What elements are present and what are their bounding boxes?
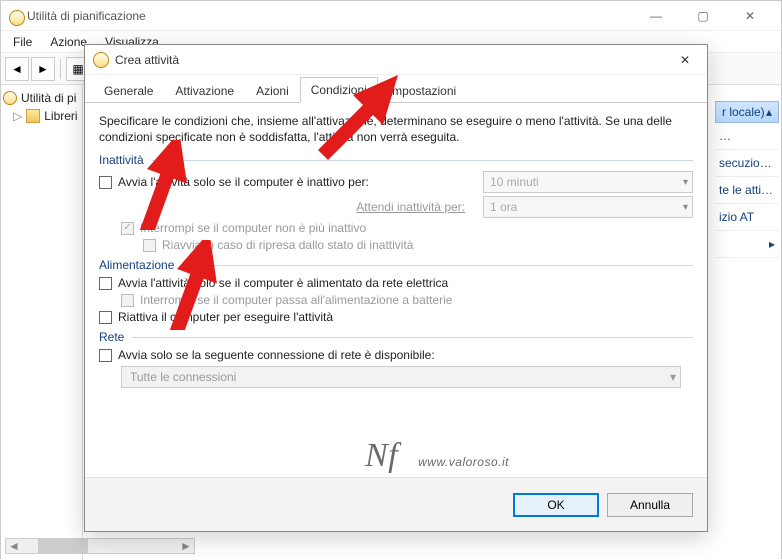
combo-network: Tutte le connessioni ▾	[121, 366, 681, 388]
tree-root[interactable]: Utilità di pi	[3, 89, 80, 107]
close-button[interactable]: ✕	[727, 2, 773, 30]
action-item[interactable]: izio AT	[715, 204, 779, 231]
tab-impostazioni[interactable]: Impostazioni	[378, 78, 467, 103]
tree-lib-label: Libreri	[44, 109, 77, 123]
action-item[interactable]: …	[715, 123, 779, 150]
horizontal-scrollbar[interactable]: ◄ ►	[5, 538, 195, 554]
checkbox-stop-battery	[121, 294, 134, 307]
checkbox-idle-stop	[121, 222, 134, 235]
description-text: Specificare le condizioni che, insieme a…	[99, 113, 693, 145]
label-stop-battery: Interrompi se il computer passa all'alim…	[140, 293, 452, 307]
group-alimentazione: Alimentazione	[99, 258, 693, 272]
checkbox-idle-start[interactable]	[99, 176, 112, 189]
checkbox-ac-only[interactable]	[99, 277, 112, 290]
label-wait: Attendi inattività per:	[121, 200, 477, 214]
label-idle-stop: Interrompi se il computer non è più inat…	[140, 221, 366, 235]
main-titlebar: Utilità di pianificazione — ▢ ✕	[1, 1, 781, 31]
dialog-titlebar: Crea attività ✕	[85, 45, 707, 75]
chevron-down-icon: ▾	[670, 370, 676, 384]
scroll-thumb[interactable]	[38, 539, 88, 553]
main-title: Utilità di pianificazione	[9, 9, 633, 23]
dialog-body: Specificare le condizioni che, insieme a…	[85, 103, 707, 479]
tree-root-label: Utilità di pi	[21, 91, 76, 105]
scroll-left-icon[interactable]: ◄	[6, 539, 22, 553]
clock-icon	[3, 91, 17, 105]
folder-icon	[26, 109, 40, 123]
scroll-right-icon[interactable]: ►	[178, 539, 194, 553]
actions-pane: r locale) ▴ … secuzio… te le atti… izio …	[715, 101, 779, 258]
ok-button[interactable]: OK	[513, 493, 599, 517]
action-expand[interactable]: ▸	[715, 231, 779, 258]
menu-file[interactable]: File	[5, 33, 40, 51]
back-button[interactable]: ◄	[5, 57, 29, 81]
actions-header: r locale) ▴	[715, 101, 779, 123]
label-idle-restart: Riavvia in caso di ripresa dallo stato d…	[162, 238, 413, 252]
label-net-only: Avvia solo se la seguente connessione di…	[118, 348, 435, 362]
tabstrip: Generale Attivazione Azioni Condizioni I…	[85, 75, 707, 103]
actions-header-label: r locale)	[722, 105, 765, 119]
chevron-up-icon[interactable]: ▴	[766, 105, 772, 119]
action-item[interactable]: te le atti…	[715, 177, 779, 204]
cancel-button[interactable]: Annulla	[607, 493, 693, 517]
chevron-down-icon: ▾	[683, 202, 688, 213]
group-rete: Rete	[99, 330, 693, 344]
forward-button[interactable]: ►	[31, 57, 55, 81]
label-ac-only: Avvia l'attività solo se il computer è a…	[118, 276, 448, 290]
tree-library[interactable]: ▷ Libreri	[3, 107, 80, 125]
tab-attivazione[interactable]: Attivazione	[164, 78, 245, 103]
combo-idle-for[interactable]: 10 minuti▾	[483, 171, 693, 193]
minimize-button[interactable]: —	[633, 2, 679, 30]
group-inattivita: Inattività	[99, 153, 693, 167]
expand-icon[interactable]: ▷	[13, 109, 22, 123]
dialog-footer: OK Annulla	[85, 477, 707, 531]
tab-condizioni[interactable]: Condizioni	[300, 77, 378, 103]
combo-wait-for[interactable]: 1 ora▾	[483, 196, 693, 218]
chevron-down-icon: ▾	[683, 177, 688, 188]
create-task-dialog: Crea attività ✕ Generale Attivazione Azi…	[84, 44, 708, 532]
chevron-right-icon: ▸	[769, 237, 775, 251]
action-item[interactable]: secuzio…	[715, 150, 779, 177]
tree-pane: Utilità di pi ▷ Libreri	[1, 85, 83, 560]
watermark: Nfwww.valoroso.it	[365, 437, 509, 475]
tab-generale[interactable]: Generale	[93, 78, 164, 103]
label-wake: Riattiva il computer per eseguire l'atti…	[118, 310, 333, 324]
dialog-title: Crea attività	[115, 53, 671, 67]
dialog-close-button[interactable]: ✕	[671, 46, 699, 74]
label-idle-start: Avvia l'attività solo se il computer è i…	[118, 175, 477, 189]
checkbox-wake[interactable]	[99, 311, 112, 324]
checkbox-net-only[interactable]	[99, 349, 112, 362]
clock-icon	[93, 52, 109, 68]
checkbox-idle-restart	[143, 239, 156, 252]
tab-azioni[interactable]: Azioni	[245, 78, 300, 103]
maximize-button[interactable]: ▢	[680, 2, 726, 30]
